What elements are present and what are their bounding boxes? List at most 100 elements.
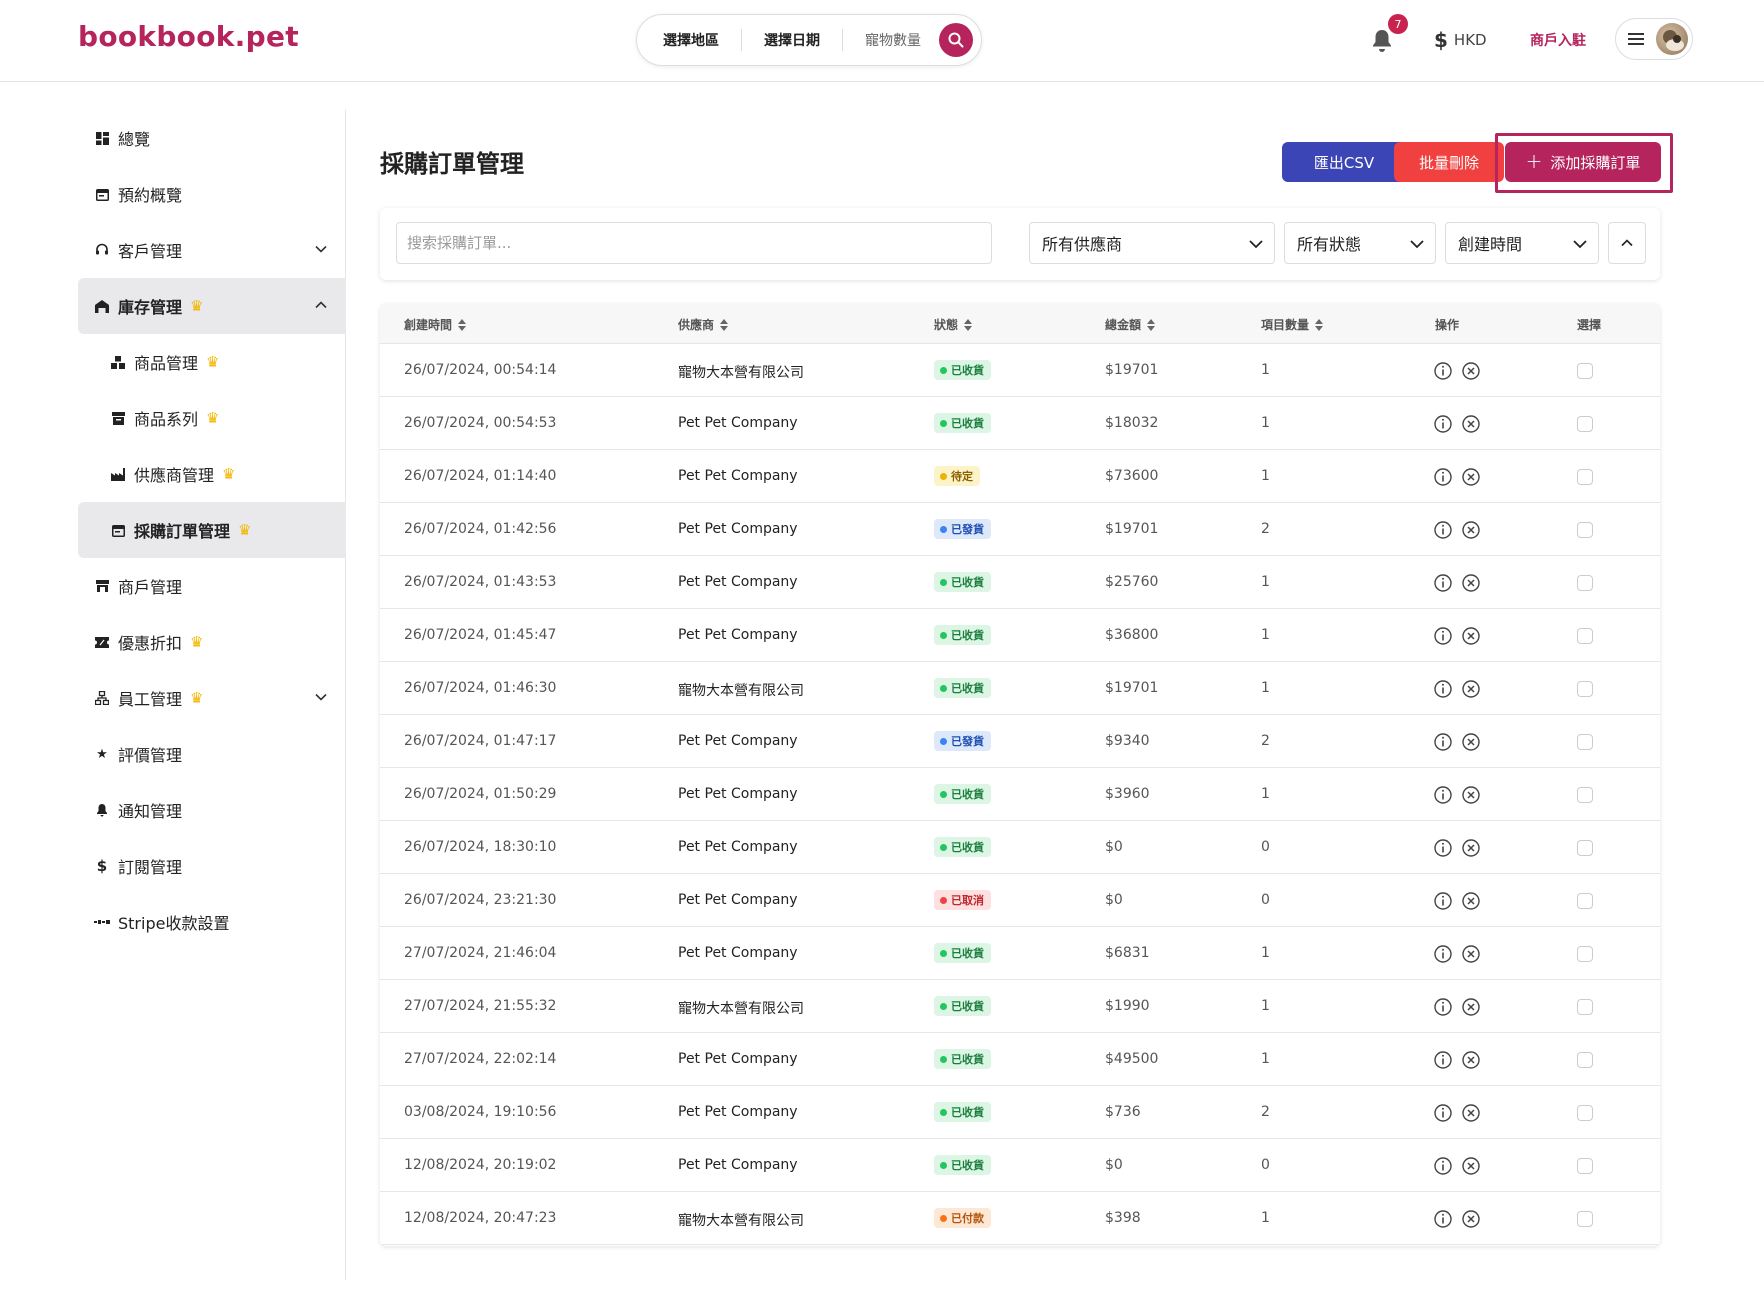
region-selector[interactable]: 選擇地區 (663, 30, 719, 50)
cancel-icon[interactable] (1461, 997, 1481, 1017)
sidebar-item-discounts[interactable]: 優惠折扣 ♛ (78, 614, 346, 670)
info-icon[interactable] (1433, 944, 1453, 964)
search-input[interactable] (396, 222, 992, 264)
sidebar-item-merchants[interactable]: 商戶管理 (78, 558, 346, 614)
table-row[interactable]: 27/07/2024, 22:02:14 Pet Pet Company 已收貨 $4… (380, 1033, 1660, 1086)
row-checkbox[interactable] (1577, 1052, 1593, 1068)
table-row[interactable]: 26/07/2024, 00:54:14 寵物大本營有限公司 已收貨 $19701 1 (380, 344, 1660, 397)
sidebar-item-inventory[interactable]: 庫存管理 ♛ (78, 278, 346, 334)
info-icon[interactable] (1433, 520, 1453, 540)
info-icon[interactable] (1433, 732, 1453, 752)
sort-direction-button[interactable] (1608, 222, 1646, 264)
sidebar-item-stripe[interactable]: Stripe收款設置 (78, 894, 346, 950)
column-quantity[interactable]: 項目數量 (1261, 316, 1324, 333)
supplier-select[interactable]: 所有供應商 (1029, 222, 1275, 264)
info-icon[interactable] (1433, 573, 1453, 593)
bell-icon[interactable] (1370, 28, 1394, 54)
logo[interactable]: bookbook.pet (78, 20, 299, 53)
cancel-icon[interactable] (1461, 467, 1481, 487)
merchant-signup-link[interactable]: 商戶入駐 (1530, 30, 1586, 50)
table-row[interactable]: 26/07/2024, 01:50:29 Pet Pet Company 已收貨 $3… (380, 768, 1660, 821)
cancel-icon[interactable] (1461, 573, 1481, 593)
cancel-icon[interactable] (1461, 891, 1481, 911)
row-checkbox[interactable] (1577, 1211, 1593, 1227)
date-selector[interactable]: 選擇日期 (764, 30, 820, 50)
column-supplier[interactable]: 供應商 (678, 316, 729, 333)
table-row[interactable]: 26/07/2024, 01:14:40 Pet Pet Company 待定 $73… (380, 450, 1660, 503)
sidebar-item-subscriptions[interactable]: $ 訂閱管理 (78, 838, 346, 894)
table-row[interactable]: 26/07/2024, 01:42:56 Pet Pet Company 已發貨 $1… (380, 503, 1660, 556)
row-checkbox[interactable] (1577, 840, 1593, 856)
export-csv-button[interactable]: 匯出CSV (1282, 142, 1406, 182)
column-total[interactable]: 總金額 (1105, 316, 1156, 333)
cancel-icon[interactable] (1461, 732, 1481, 752)
row-checkbox[interactable] (1577, 522, 1593, 538)
sidebar-item-overview[interactable]: 總覽 (78, 110, 346, 166)
table-row[interactable]: 03/08/2024, 19:10:56 Pet Pet Company 已收貨 $7… (380, 1086, 1660, 1139)
row-checkbox[interactable] (1577, 734, 1593, 750)
cancel-icon[interactable] (1461, 626, 1481, 646)
sidebar-item-notifications[interactable]: 通知管理 (78, 782, 346, 838)
cancel-icon[interactable] (1461, 679, 1481, 699)
column-status[interactable]: 狀態 (934, 316, 973, 333)
table-row[interactable]: 26/07/2024, 00:54:53 Pet Pet Company 已收貨 $1… (380, 397, 1660, 450)
bulk-delete-button[interactable]: 批量刪除 (1394, 142, 1504, 182)
user-menu[interactable] (1615, 18, 1693, 60)
info-icon[interactable] (1433, 467, 1453, 487)
cancel-icon[interactable] (1461, 1156, 1481, 1176)
cancel-icon[interactable] (1461, 944, 1481, 964)
cancel-icon[interactable] (1461, 1050, 1481, 1070)
cancel-icon[interactable] (1461, 838, 1481, 858)
info-icon[interactable] (1433, 838, 1453, 858)
row-checkbox[interactable] (1577, 1158, 1593, 1174)
sidebar-item-product-series[interactable]: 商品系列 ♛ (78, 390, 346, 446)
table-row[interactable]: 27/07/2024, 21:46:04 Pet Pet Company 已收貨 $6… (380, 927, 1660, 980)
cancel-icon[interactable] (1461, 520, 1481, 540)
info-icon[interactable] (1433, 1050, 1453, 1070)
row-checkbox[interactable] (1577, 416, 1593, 432)
row-checkbox[interactable] (1577, 787, 1593, 803)
info-icon[interactable] (1433, 1156, 1453, 1176)
info-icon[interactable] (1433, 414, 1453, 434)
info-icon[interactable] (1433, 626, 1453, 646)
cancel-icon[interactable] (1461, 414, 1481, 434)
table-row[interactable]: 26/07/2024, 01:46:30 寵物大本營有限公司 已收貨 $19701 1 (380, 662, 1660, 715)
row-checkbox[interactable] (1577, 893, 1593, 909)
table-row[interactable]: 26/07/2024, 18:30:10 Pet Pet Company 已收貨 $0… (380, 821, 1660, 874)
table-row[interactable]: 26/07/2024, 01:43:53 Pet Pet Company 已收貨 $2… (380, 556, 1660, 609)
add-purchase-order-button[interactable]: + 添加採購訂單 (1505, 142, 1661, 182)
table-row[interactable]: 26/07/2024, 01:45:47 Pet Pet Company 已收貨 $3… (380, 609, 1660, 662)
info-icon[interactable] (1433, 679, 1453, 699)
info-icon[interactable] (1433, 891, 1453, 911)
table-row[interactable]: 26/07/2024, 23:21:30 Pet Pet Company 已取消 $0… (380, 874, 1660, 927)
row-checkbox[interactable] (1577, 946, 1593, 962)
row-checkbox[interactable] (1577, 575, 1593, 591)
cancel-icon[interactable] (1461, 1209, 1481, 1229)
cancel-icon[interactable] (1461, 361, 1481, 381)
sidebar-item-suppliers[interactable]: 供應商管理 ♛ (78, 446, 346, 502)
sidebar-item-bookings[interactable]: 預約概覽 (78, 166, 346, 222)
currency-selector[interactable]: $ HKD (1434, 28, 1487, 52)
status-select[interactable]: 所有狀態 (1284, 222, 1436, 264)
sort-field-select[interactable]: 創建時間 (1445, 222, 1599, 264)
row-checkbox[interactable] (1577, 681, 1593, 697)
column-created[interactable]: 創建時間 (404, 316, 467, 333)
row-checkbox[interactable] (1577, 469, 1593, 485)
table-row[interactable]: 27/07/2024, 21:55:32 寵物大本營有限公司 已收貨 $1990 1 (380, 980, 1660, 1033)
sidebar-item-reviews[interactable]: ★ 評價管理 (78, 726, 346, 782)
sidebar-item-customers[interactable]: 客戶管理 (78, 222, 346, 278)
search-button[interactable] (939, 23, 973, 57)
sidebar-item-staff[interactable]: 員工管理 ♛ (78, 670, 346, 726)
info-icon[interactable] (1433, 361, 1453, 381)
row-checkbox[interactable] (1577, 1105, 1593, 1121)
table-row[interactable]: 26/07/2024, 01:47:17 Pet Pet Company 已發貨 $9… (380, 715, 1660, 768)
table-row[interactable]: 12/08/2024, 20:47:23 寵物大本營有限公司 已付款 $398 1 (380, 1192, 1660, 1245)
cancel-icon[interactable] (1461, 785, 1481, 805)
info-icon[interactable] (1433, 1209, 1453, 1229)
sidebar-item-products[interactable]: 商品管理 ♛ (78, 334, 346, 390)
row-checkbox[interactable] (1577, 999, 1593, 1015)
info-icon[interactable] (1433, 785, 1453, 805)
row-checkbox[interactable] (1577, 628, 1593, 644)
sidebar-item-purchase-orders[interactable]: 採購訂單管理 ♛ (78, 502, 346, 558)
info-icon[interactable] (1433, 1103, 1453, 1123)
